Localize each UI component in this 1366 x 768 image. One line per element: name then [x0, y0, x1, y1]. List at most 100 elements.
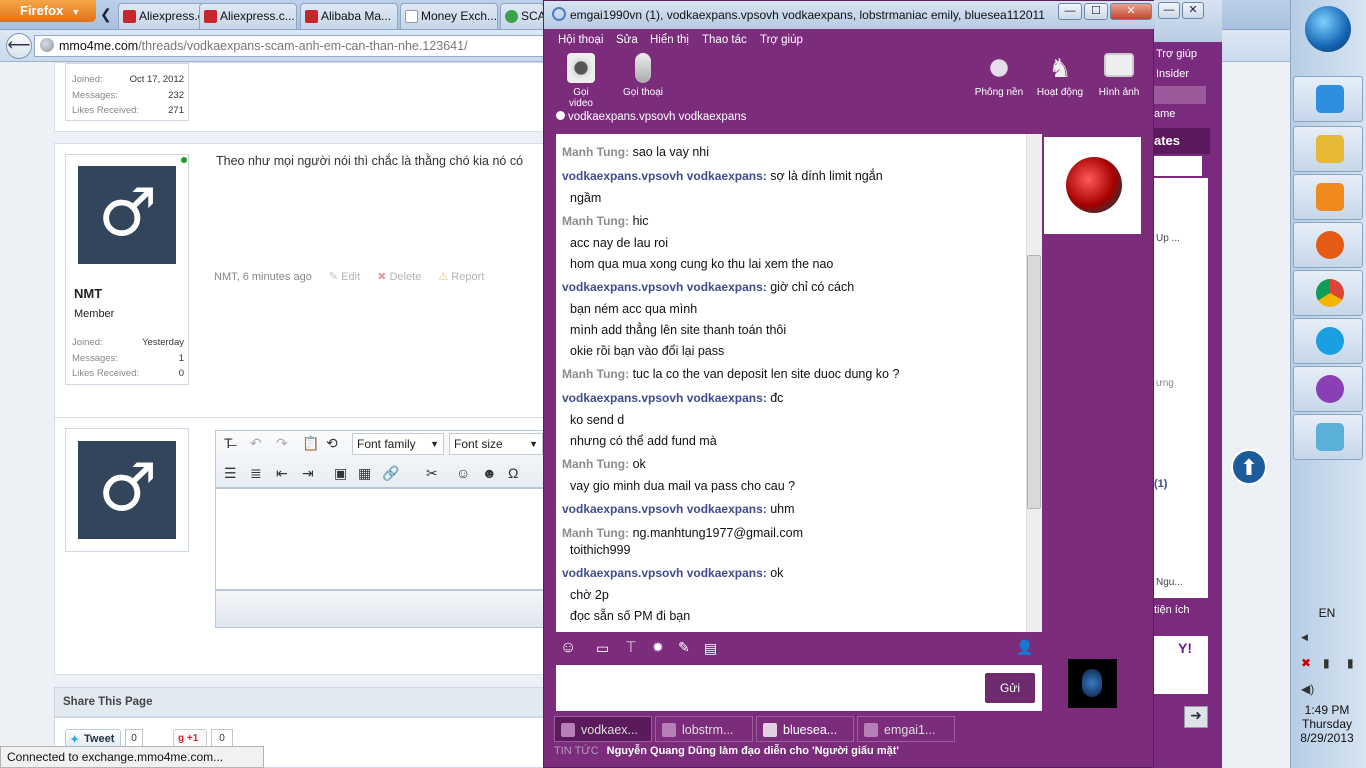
menu-help[interactable]: Trợ giúp — [760, 34, 803, 46]
chat-line: bạn ném acc qua mình — [570, 302, 698, 316]
chat-scrollbar-thumb[interactable] — [1027, 255, 1041, 509]
help-menu[interactable]: Trợ giúp — [1156, 48, 1197, 60]
network-icon[interactable]: ✖ — [1301, 656, 1311, 670]
unlink-icon[interactable]: ✂ — [426, 465, 438, 482]
taskbar-app[interactable] — [1293, 318, 1363, 364]
news-ticker[interactable]: TIN TỨC Nguyễn Quang Dũng làm đạo diễn ch… — [554, 745, 1144, 763]
minimize-button[interactable]: — — [1058, 3, 1082, 20]
contact-name[interactable]: vodkaexpans.vpsovh vodkaexpans — [568, 111, 746, 123]
send-button[interactable]: Gửi — [985, 673, 1035, 703]
browser-tab[interactable]: Alibaba Ma... — [300, 3, 398, 29]
taskbar-app[interactable] — [1293, 76, 1363, 122]
font-family-select[interactable]: Font family ▼ — [352, 433, 444, 455]
tools-link[interactable]: tiện ích — [1154, 604, 1189, 616]
contact-info-icon[interactable]: 👤 — [1016, 639, 1033, 656]
volume-icon[interactable]: ◀) — [1301, 682, 1314, 696]
maximize-button[interactable]: ☐ — [1084, 3, 1108, 20]
update-item[interactable]: ưng — [1156, 378, 1174, 389]
emoji-icon[interactable]: ☻ — [482, 465, 497, 481]
delete-link[interactable]: Delete — [389, 271, 421, 283]
outdent-icon[interactable]: ⇤ — [276, 465, 288, 482]
edit-link[interactable]: Edit — [341, 271, 360, 283]
redo-icon[interactable]: ↷ — [276, 435, 288, 452]
avatar[interactable]: ♂ — [78, 441, 176, 539]
user-name-link[interactable]: NMT — [74, 286, 102, 301]
language-indicator[interactable]: EN — [1291, 606, 1363, 620]
close-icon[interactable]: ✕ — [1182, 2, 1204, 19]
restore-icon[interactable]: ⟲ — [326, 435, 338, 452]
chat-tab[interactable]: lobstrm... — [655, 716, 753, 742]
bullet-list-icon[interactable]: ☰ — [224, 465, 237, 482]
special-char-icon[interactable]: Ω — [508, 465, 518, 481]
chat-transcript[interactable]: Manh Tung: sao la vay nhi vodkaexpans.vp… — [556, 134, 1042, 632]
side-select[interactable] — [1154, 86, 1206, 104]
avatar[interactable]: ♂ — [78, 166, 176, 264]
clock[interactable]: 1:49 PM Thursday 8/29/2013 — [1291, 703, 1363, 745]
side-search-input[interactable] — [1154, 156, 1202, 176]
text-format-icon[interactable]: T — [626, 639, 636, 657]
show-hidden-icons-icon[interactable]: ◀ — [1301, 632, 1308, 643]
taskbar-app[interactable] — [1293, 366, 1363, 412]
chat-tab-active[interactable]: vodkaex... — [554, 716, 652, 742]
taskbar-app[interactable] — [1293, 126, 1363, 172]
back-button[interactable]: ⟵ — [6, 33, 32, 59]
smilie-icon[interactable]: ☺ — [456, 465, 470, 481]
online-status-icon — [181, 157, 187, 163]
paste-icon[interactable]: 📋 — [302, 435, 319, 452]
attach-icon[interactable]: ✎ — [678, 639, 690, 656]
buddy-avatar[interactable] — [1044, 137, 1141, 234]
browser-tab[interactable]: Money Exch... — [400, 3, 498, 29]
menu-edit[interactable]: Sửa — [616, 34, 638, 46]
taskbar-app[interactable] — [1293, 414, 1363, 460]
reply-textarea[interactable] — [215, 488, 555, 590]
close-button[interactable]: ✕ — [1110, 3, 1152, 20]
report-link[interactable]: Report — [451, 271, 484, 283]
font-size-select[interactable]: Font size ▼ — [449, 433, 543, 455]
photos-button[interactable]: Hình ảnh — [1097, 53, 1141, 98]
photo-share-icon[interactable]: ▤ — [704, 640, 717, 657]
post-author-date[interactable]: NMT, 6 minutes ago — [214, 271, 312, 283]
video-call-button[interactable]: Gọi video — [560, 53, 602, 109]
tab-scroll-left-icon[interactable]: ❮ — [100, 6, 116, 24]
messages-row: Messages: 1 — [72, 353, 184, 364]
update-item[interactable]: Up ... — [1156, 233, 1180, 244]
menu-view[interactable]: Hiển thị — [650, 34, 689, 46]
chat-tab[interactable]: bluesea... — [756, 716, 854, 742]
updates-tab[interactable]: ates — [1154, 128, 1210, 154]
minimize-icon[interactable]: — — [1158, 2, 1180, 19]
menu-actions[interactable]: Thao tác — [702, 34, 747, 46]
scroll-to-top-icon[interactable]: ⬆ — [1231, 449, 1267, 485]
update-item[interactable]: Ngu... — [1156, 577, 1183, 588]
taskbar-app[interactable] — [1293, 174, 1363, 220]
browser-tab[interactable]: SCA — [500, 3, 544, 29]
insider-link[interactable]: Insider — [1156, 68, 1189, 80]
link-icon[interactable]: 🔗 — [382, 465, 399, 482]
undo-icon[interactable]: ↶ — [250, 435, 262, 452]
taskbar-app[interactable] — [1293, 270, 1363, 316]
go-arrow-icon[interactable]: ➜ — [1184, 706, 1208, 728]
background-button[interactable]: Phông nền — [974, 53, 1024, 98]
voice-call-button[interactable]: Gọi thoại — [622, 53, 664, 98]
menu-conversation[interactable]: Hội thoại — [558, 34, 603, 46]
remove-format-icon[interactable]: T̶ — [224, 435, 233, 451]
browser-tab[interactable]: Aliexpress.c... — [199, 3, 297, 29]
number-list-icon[interactable]: ≣ — [250, 465, 262, 482]
media-icon[interactable]: ▦ — [358, 465, 371, 482]
image-icon[interactable]: ▣ — [334, 465, 347, 482]
news-headline[interactable]: Nguyễn Quang Dũng làm đạo diễn cho 'Ngườ… — [607, 745, 899, 757]
imvironment-icon[interactable]: ▭ — [596, 640, 609, 657]
chat-tab[interactable]: emgai1... — [857, 716, 955, 742]
message-input[interactable] — [556, 665, 1042, 711]
my-avatar[interactable] — [1068, 659, 1117, 708]
indent-icon[interactable]: ⇥ — [302, 465, 314, 482]
power-icon[interactable]: ▮ — [1347, 656, 1354, 670]
taskbar-app[interactable] — [1293, 222, 1363, 268]
activities-button[interactable]: ♞ Hoạt động — [1036, 53, 1084, 98]
device-icon[interactable]: ▮ — [1323, 656, 1330, 670]
chat-message: vodkaexpans.vpsovh vodkaexpans: ok — [562, 566, 784, 580]
buzz-icon[interactable]: ✹ — [652, 639, 664, 656]
emoticon-icon[interactable]: ☺ — [560, 639, 576, 657]
url-bar[interactable]: mmo4me.com/threads/vodkaexpans-scam-anh-… — [34, 35, 544, 57]
start-button[interactable] — [1305, 6, 1351, 52]
firefox-menu-button[interactable]: Firefox ▼ — [0, 0, 96, 22]
